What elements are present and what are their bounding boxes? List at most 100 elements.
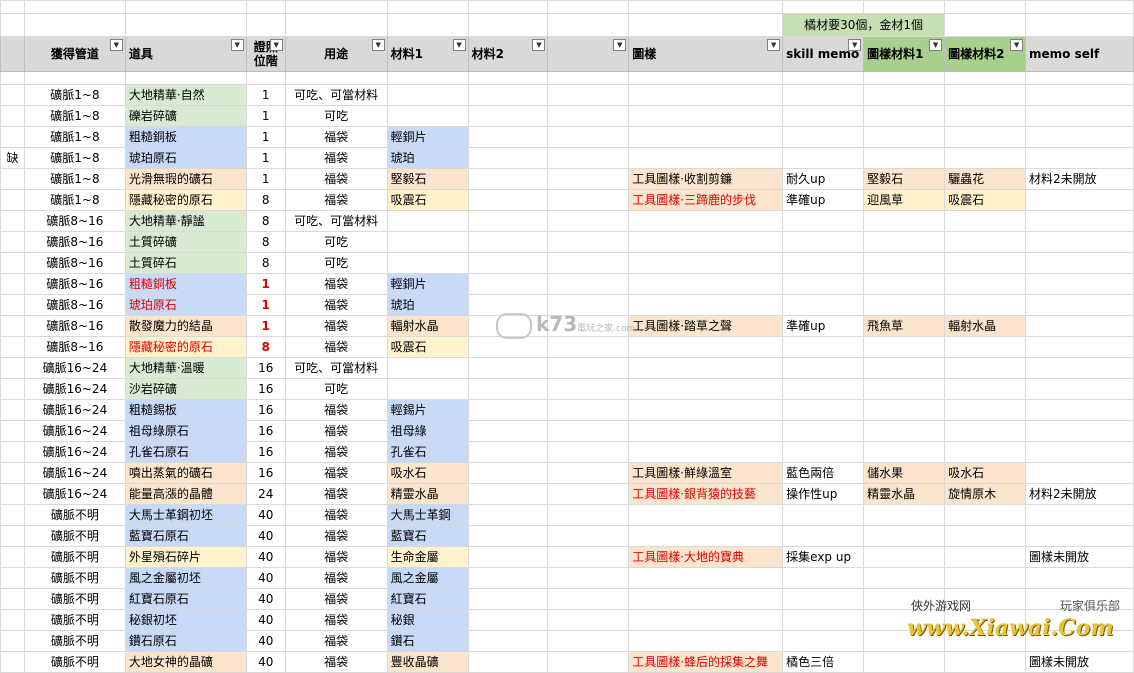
source-cell[interactable]: 礦脈8~16 bbox=[23, 231, 126, 253]
pattern-cell[interactable]: 工具圖樣·三蹄鹿的步伐 bbox=[628, 189, 784, 211]
filter-dropdown-icon[interactable]: ▼ bbox=[269, 39, 283, 51]
pattern-material2-cell[interactable] bbox=[944, 84, 1027, 106]
header-material1[interactable]: 材料1 ▼ bbox=[386, 36, 469, 72]
material1-cell[interactable]: 琥珀 bbox=[386, 294, 469, 316]
material2-cell[interactable] bbox=[467, 210, 549, 232]
material2-cell[interactable] bbox=[467, 525, 549, 547]
source-cell[interactable]: 礦脈1~8 bbox=[23, 126, 126, 148]
level-cell[interactable]: 40 bbox=[245, 504, 286, 526]
pattern-cell[interactable] bbox=[628, 378, 784, 400]
pattern-material2-cell[interactable] bbox=[944, 525, 1027, 547]
memo-self-cell[interactable] bbox=[1025, 315, 1134, 337]
usage-cell[interactable]: 福袋 bbox=[284, 420, 388, 442]
filter-dropdown-icon[interactable]: ▼ bbox=[613, 39, 627, 51]
source-cell[interactable]: 礦脈不明 bbox=[23, 630, 126, 652]
row-note-cell[interactable] bbox=[0, 126, 25, 148]
material2-cell[interactable] bbox=[467, 168, 549, 190]
usage-cell[interactable]: 福袋 bbox=[284, 546, 388, 568]
source-cell[interactable]: 礦脈1~8 bbox=[23, 84, 126, 106]
pattern-material1-cell[interactable]: 迎風草 bbox=[863, 189, 946, 211]
item-cell[interactable]: 粗糙銅板 bbox=[124, 273, 247, 295]
pattern-material2-cell[interactable] bbox=[944, 420, 1027, 442]
material1-cell[interactable]: 藍寶石 bbox=[386, 525, 469, 547]
pattern-cell[interactable] bbox=[628, 126, 784, 148]
pattern-cell[interactable] bbox=[628, 399, 784, 421]
pattern-material1-cell[interactable]: 精靈水晶 bbox=[863, 483, 946, 505]
header-source[interactable]: 獲得管道 ▼ bbox=[23, 36, 126, 72]
item-cell[interactable]: 散發魔力的結晶 bbox=[124, 315, 247, 337]
material1-cell[interactable]: 吸震石 bbox=[386, 336, 469, 358]
filter-dropdown-icon[interactable]: ▼ bbox=[452, 39, 466, 51]
skill-memo-cell[interactable]: 操作性up bbox=[782, 483, 865, 505]
material1-cell[interactable] bbox=[386, 105, 469, 127]
item-cell[interactable]: 大地精華·溫暖 bbox=[124, 357, 247, 379]
level-cell[interactable]: 8 bbox=[245, 231, 286, 253]
pattern-cell[interactable] bbox=[628, 588, 784, 610]
header-pattern[interactable]: 圖樣 ▼ bbox=[628, 36, 784, 72]
usage-cell[interactable]: 福袋 bbox=[284, 525, 388, 547]
skill-memo-cell[interactable] bbox=[782, 84, 865, 106]
level-cell[interactable]: 40 bbox=[245, 630, 286, 652]
pattern-material1-cell[interactable] bbox=[863, 294, 946, 316]
material1-cell[interactable]: 風之金屬 bbox=[386, 567, 469, 589]
memo-self-cell[interactable] bbox=[1025, 567, 1134, 589]
pattern-material1-cell[interactable]: 飛魚草 bbox=[863, 315, 946, 337]
pattern-material2-cell[interactable] bbox=[944, 252, 1027, 274]
usage-cell[interactable]: 福袋 bbox=[284, 567, 388, 589]
pattern-material2-cell[interactable]: 吸水石 bbox=[944, 462, 1027, 484]
row-note-cell[interactable] bbox=[0, 294, 25, 316]
usage-cell[interactable]: 福袋 bbox=[284, 399, 388, 421]
blank-cell[interactable] bbox=[547, 483, 630, 505]
pattern-cell[interactable] bbox=[628, 525, 784, 547]
row-note-cell[interactable] bbox=[0, 189, 25, 211]
material2-cell[interactable] bbox=[467, 441, 549, 463]
source-cell[interactable]: 礦脈不明 bbox=[23, 546, 126, 568]
pattern-material1-cell[interactable] bbox=[863, 147, 946, 169]
item-cell[interactable]: 隱藏秘密的原石 bbox=[124, 189, 247, 211]
filter-dropdown-icon[interactable]: ▼ bbox=[230, 39, 244, 51]
material2-cell[interactable] bbox=[467, 336, 549, 358]
filter-dropdown-icon[interactable]: ▼ bbox=[109, 39, 123, 51]
level-cell[interactable]: 16 bbox=[245, 441, 286, 463]
row-note-cell[interactable] bbox=[0, 84, 25, 106]
pattern-material1-cell[interactable] bbox=[863, 105, 946, 127]
row-note-cell[interactable] bbox=[0, 630, 25, 652]
level-cell[interactable]: 24 bbox=[245, 483, 286, 505]
pattern-cell[interactable] bbox=[628, 609, 784, 631]
pattern-material2-cell[interactable] bbox=[944, 336, 1027, 358]
pattern-material2-cell[interactable]: 旋情原木 bbox=[944, 483, 1027, 505]
pattern-cell[interactable] bbox=[628, 630, 784, 652]
pattern-material1-cell[interactable] bbox=[863, 252, 946, 274]
pattern-cell[interactable] bbox=[628, 441, 784, 463]
pattern-cell[interactable] bbox=[628, 84, 784, 106]
usage-cell[interactable]: 福袋 bbox=[284, 588, 388, 610]
memo-self-cell[interactable] bbox=[1025, 399, 1134, 421]
material1-cell[interactable]: 精靈水晶 bbox=[386, 483, 469, 505]
memo-self-cell[interactable] bbox=[1025, 357, 1134, 379]
usage-cell[interactable]: 可吃 bbox=[284, 252, 388, 274]
material1-cell[interactable] bbox=[386, 210, 469, 232]
skill-memo-cell[interactable] bbox=[782, 147, 865, 169]
pattern-material2-cell[interactable] bbox=[944, 441, 1027, 463]
source-cell[interactable]: 礦脈8~16 bbox=[23, 210, 126, 232]
row-note-cell[interactable] bbox=[0, 273, 25, 295]
pattern-material1-cell[interactable] bbox=[863, 504, 946, 526]
material1-cell[interactable]: 吸震石 bbox=[386, 189, 469, 211]
source-cell[interactable]: 礦脈不明 bbox=[23, 567, 126, 589]
usage-cell[interactable]: 福袋 bbox=[284, 483, 388, 505]
item-cell[interactable]: 外星殞石碎片 bbox=[124, 546, 247, 568]
pattern-material1-cell[interactable] bbox=[863, 399, 946, 421]
skill-memo-cell[interactable]: 藍色兩倍 bbox=[782, 462, 865, 484]
material2-cell[interactable] bbox=[467, 126, 549, 148]
row-note-cell[interactable] bbox=[0, 399, 25, 421]
pattern-material2-cell[interactable] bbox=[944, 546, 1027, 568]
skill-memo-cell[interactable]: 準確up bbox=[782, 189, 865, 211]
level-cell[interactable]: 40 bbox=[245, 546, 286, 568]
item-cell[interactable]: 土質碎石 bbox=[124, 252, 247, 274]
source-cell[interactable]: 礦脈16~24 bbox=[23, 378, 126, 400]
item-cell[interactable]: 秘銀初坯 bbox=[124, 609, 247, 631]
source-cell[interactable]: 礦脈16~24 bbox=[23, 483, 126, 505]
source-cell[interactable]: 礦脈8~16 bbox=[23, 315, 126, 337]
pattern-material1-cell[interactable] bbox=[863, 525, 946, 547]
material2-cell[interactable] bbox=[467, 504, 549, 526]
